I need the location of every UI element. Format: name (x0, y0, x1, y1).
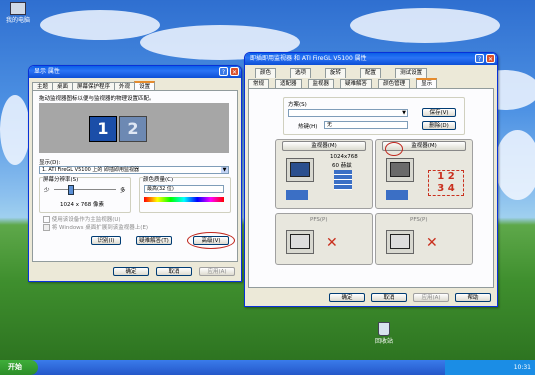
monitor-icon (286, 230, 314, 254)
display-properties-window: 显示 属性 ? ✕ 主题 桌面 屏幕保护程序 外观 设置 拖动监视器图标以便与监视器的物… (28, 65, 242, 282)
tab-test-settings[interactable]: 测试设置 (395, 68, 428, 78)
monitor-number-grid: 1 23 4 (428, 170, 464, 196)
tab-rotation[interactable]: 旋转 (325, 68, 347, 78)
slot-1-header: 监视器(M) (282, 141, 366, 151)
display-label: 显示(D): (39, 160, 61, 166)
resolution-less: 少 (44, 188, 50, 194)
monitor-arrangement: 1 2 (39, 103, 229, 153)
display-select-value: 1. ATI FireGL V5100 上的 即插即用监视器 (42, 167, 140, 173)
arrow-icon (386, 190, 408, 200)
checkbox-primary[interactable]: 使用该设备作为主监视器(U) (43, 215, 121, 223)
resolution-more: 多 (120, 188, 126, 194)
delete-button[interactable]: 删除(D) (422, 121, 456, 130)
resolution-slider-track[interactable] (54, 189, 116, 190)
color-quality-value: 最高(32 位) (147, 186, 174, 192)
chevron-down-icon: ▼ (221, 167, 228, 173)
disabled-x-icon: ✕ (426, 235, 438, 251)
scheme-group: 方案(S) ▼ 保存(V) 热键(H) 无 删除(D) (283, 97, 465, 135)
checkbox-icon (43, 224, 50, 231)
slot-3-label: PFS(P) (310, 217, 328, 223)
monitor-icon (386, 158, 414, 182)
recycle-bin-icon (378, 322, 390, 336)
cloud (0, 95, 30, 165)
slot-4-label: PFS(P) (410, 217, 428, 223)
slot-1-resolution: 1024x768 (330, 154, 358, 160)
monitor-2[interactable]: 2 (119, 116, 147, 142)
displays-panel: 方案(S) ▼ 保存(V) 热键(H) 无 删除(D) 监视器(M) 1024x… (248, 88, 494, 288)
close-icon[interactable]: ✕ (230, 67, 239, 76)
hotkey-label: 热键(H) (298, 124, 318, 130)
display-select[interactable]: 1. ATI FireGL V5100 上的 即插即用监视器 ▼ (39, 166, 229, 174)
taskbar: 开始 10:31 (0, 360, 535, 375)
desktop-icon-my-computer[interactable]: 我的电脑 (4, 2, 32, 24)
checkbox-extend-label: 将 Windows 桌面扩展到该监视器上(E) (51, 225, 149, 231)
settings-icon-grid (334, 170, 352, 190)
tab-strip-row1: 颜色 选项 旋转 配置 测试设置 (255, 68, 428, 78)
color-quality-label: 颜色质量(C) (143, 175, 174, 183)
tab-options[interactable]: 选项 (290, 68, 312, 78)
desktop-icon-recycle-bin[interactable]: 回收站 (370, 322, 398, 345)
display-slot-4[interactable]: PFS(P) ✕ (375, 213, 473, 265)
slot-1-refresh: 60 赫兹 (332, 163, 352, 169)
cancel-button[interactable]: 取消 (371, 293, 407, 302)
resolution-value: 1024 x 768 像素 (60, 202, 104, 208)
tab-color[interactable]: 颜色 (255, 68, 277, 78)
checkbox-extend[interactable]: 将 Windows 桌面扩展到该监视器上(E) (43, 223, 148, 231)
desktop-icon-label: 我的电脑 (5, 17, 30, 24)
ok-button[interactable]: 确定 (329, 293, 365, 302)
display-slot-3[interactable]: PFS(P) ✕ (275, 213, 373, 265)
scheme-label: 方案(S) (288, 102, 307, 108)
hotkey-field[interactable]: 无 (324, 121, 408, 129)
window-title: 即插即用监视器 和 ATI FireGL V5100 属性 (250, 55, 367, 62)
tab-config[interactable]: 配置 (360, 68, 382, 78)
apply-button[interactable]: 应用(A) (413, 293, 449, 302)
window-title: 显示 属性 (34, 68, 60, 75)
title-bar: 即插即用监视器 和 ATI FireGL V5100 属性 ? ✕ (245, 53, 497, 65)
desktop-icon-label: 回收站 (374, 338, 393, 345)
help-button[interactable]: 帮助 (455, 293, 491, 302)
close-icon[interactable]: ✕ (486, 54, 495, 63)
cancel-button[interactable]: 取消 (156, 267, 192, 276)
help-icon[interactable]: ? (219, 67, 228, 76)
resolution-label: 屏幕分辨率(S) (43, 175, 79, 183)
disabled-x-icon: ✕ (326, 235, 338, 251)
checkbox-icon (43, 216, 50, 223)
hotkey-value: 无 (327, 122, 333, 128)
chevron-down-icon: ▼ (402, 110, 406, 116)
cloud (40, 10, 160, 40)
cloud (495, 130, 535, 200)
scheme-select[interactable]: ▼ (288, 109, 408, 117)
arrow-icon (286, 190, 308, 200)
display-slot-1[interactable]: 监视器(M) 1024x768 60 赫兹 (275, 139, 373, 209)
help-icon[interactable]: ? (475, 54, 484, 63)
color-quality-select[interactable]: 最高(32 位) (144, 185, 224, 193)
instruction-text: 拖动监视器图标以便与监视器的物理设置匹配。 (39, 96, 155, 102)
system-tray: 10:31 (445, 360, 535, 375)
ok-button[interactable]: 确定 (113, 267, 149, 276)
start-button[interactable]: 开始 (0, 360, 38, 375)
ati-properties-window: 即插即用监视器 和 ATI FireGL V5100 属性 ? ✕ 颜色 选项 旋转… (244, 52, 498, 307)
cloud (350, 8, 500, 43)
color-spectrum-bar (144, 197, 224, 202)
settings-panel: 拖动监视器图标以便与监视器的物理设置匹配。 1 2 显示(D): 1. ATI … (32, 90, 238, 262)
monitor-1[interactable]: 1 (89, 116, 117, 142)
color-quality-group: 颜色质量(C) 最高(32 位) (139, 175, 231, 213)
annotation-circle (385, 142, 403, 156)
resolution-slider-thumb[interactable] (68, 185, 74, 195)
tray-clock: 10:31 (513, 364, 531, 371)
monitor-icon (286, 158, 314, 182)
save-button[interactable]: 保存(V) (422, 108, 456, 117)
annotation-circle (187, 232, 235, 249)
apply-button[interactable]: 应用(A) (199, 267, 235, 276)
resolution-group: 屏幕分辨率(S) 少 多 1024 x 768 像素 (39, 175, 131, 213)
identify-button[interactable]: 识别(I) (91, 236, 121, 245)
title-bar: 显示 属性 ? ✕ (29, 66, 241, 78)
monitor-icon (386, 230, 414, 254)
computer-icon (10, 2, 26, 15)
troubleshoot-button[interactable]: 疑难解答(T) (136, 236, 172, 245)
